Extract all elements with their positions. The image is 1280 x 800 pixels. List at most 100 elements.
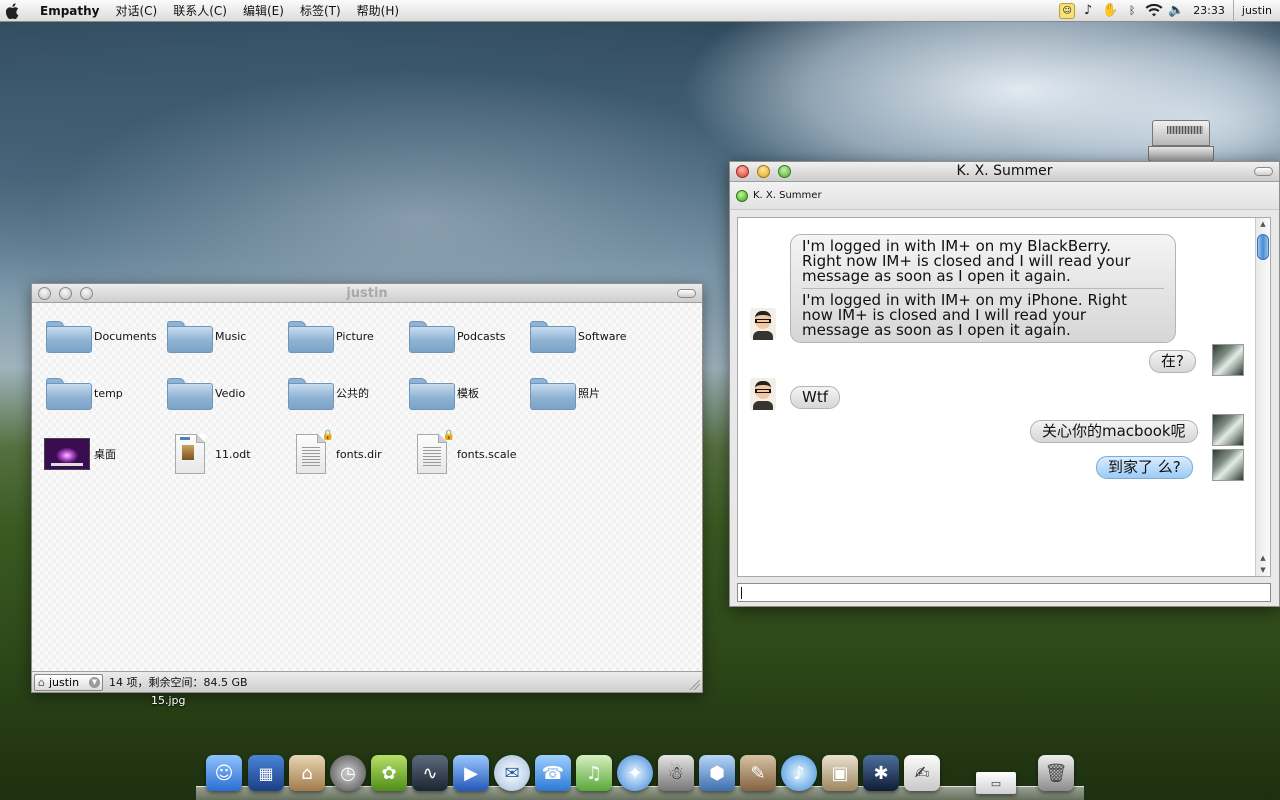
itunes-icon[interactable]: ♪ <box>781 755 817 791</box>
text-editor-icon[interactable]: ✍ <box>904 755 940 791</box>
file-item[interactable]: Picture <box>286 316 404 356</box>
file-label: fonts.scale <box>457 447 517 461</box>
bluetooth-icon[interactable]: ᛒ <box>1123 2 1141 20</box>
trash-icon[interactable]: 🗑 <box>1038 755 1074 791</box>
file-item[interactable]: 🔒 fonts.dir <box>286 430 404 474</box>
document-icon <box>165 434 213 474</box>
file-item[interactable]: 11.odt <box>165 434 283 474</box>
file-manager-titlebar[interactable]: justin <box>32 284 702 303</box>
minimized-window-icon[interactable]: ▭ <box>976 772 1016 794</box>
text-file-icon: 🔒 <box>286 430 334 474</box>
chat-scrollbar[interactable]: ▲ ▲ ▼ <box>1255 218 1270 576</box>
contact-name[interactable]: K. X. Summer <box>753 190 822 201</box>
my-avatar <box>1212 449 1244 481</box>
menu-help[interactable]: 帮助(H) <box>349 0 407 22</box>
time-machine-icon[interactable]: ◷ <box>330 755 366 791</box>
folder-icon <box>286 316 334 356</box>
music-app-icon[interactable]: ♫ <box>576 755 612 791</box>
file-item[interactable]: 公共的 <box>286 373 404 413</box>
online-status-icon <box>736 189 748 202</box>
file-item[interactable]: Podcasts <box>407 316 525 356</box>
safari-icon[interactable]: ✦ <box>617 755 653 791</box>
resize-grip[interactable] <box>688 678 700 690</box>
scroll-thumb[interactable] <box>1257 234 1269 260</box>
home-folder-icon[interactable]: ⌂ <box>289 755 325 791</box>
menu-conversation[interactable]: 对话(C) <box>108 0 166 22</box>
chat-window-title: K. X. Summer <box>956 163 1053 179</box>
folder-icon <box>165 316 213 356</box>
network-icon[interactable]: ⬢ <box>699 755 735 791</box>
music-note-icon[interactable]: ♪ <box>1079 2 1097 20</box>
desktop-file-label[interactable]: 15.jpg <box>151 694 186 707</box>
file-item[interactable]: Documents <box>44 316 162 356</box>
lock-icon: 🔒 <box>321 430 334 441</box>
folder-icon <box>286 373 334 413</box>
empathy-status-icon[interactable]: ✋ <box>1101 2 1119 20</box>
scroll-up-icon[interactable]: ▲ <box>1256 552 1270 564</box>
scroll-up-icon[interactable]: ▲ <box>1256 218 1270 230</box>
wifi-icon[interactable] <box>1145 2 1163 20</box>
file-item[interactable]: 模板 <box>407 373 525 413</box>
hard-disk-icon[interactable] <box>1148 120 1214 162</box>
file-label: Music <box>215 329 247 343</box>
file-item[interactable]: Vedio <box>165 373 283 413</box>
apple-menu-icon[interactable] <box>0 0 26 22</box>
folder-icon <box>407 316 455 356</box>
clock[interactable]: 23:33 <box>1193 4 1225 17</box>
scroll-down-icon[interactable]: ▼ <box>1256 564 1270 576</box>
volume-icon[interactable]: 🔈 <box>1167 2 1185 20</box>
contact-avatar <box>750 378 776 410</box>
status-bar: ⌂ justin ▼ 14 项，剩余空间：84.5 GB <box>32 671 702 692</box>
menu-tabs[interactable]: 标签(T) <box>292 0 349 22</box>
file-label: Vedio <box>215 386 246 400</box>
desktop-folder-icon <box>44 434 92 474</box>
file-label: Picture <box>336 329 374 343</box>
chevron-down-icon: ▼ <box>89 676 100 688</box>
app-menu[interactable]: Empathy <box>26 0 108 22</box>
status-text: 14 项，剩余空间：84.5 GB <box>109 676 248 689</box>
photos-icon[interactable]: ▣ <box>822 755 858 791</box>
system-monitor-icon[interactable]: ∿ <box>412 755 448 791</box>
home-icon: ⌂ <box>38 675 45 689</box>
file-grid: Documents Music Picture Podcasts Softwar… <box>32 303 702 671</box>
file-item[interactable]: 桌面 <box>44 434 162 474</box>
menu-contacts[interactable]: 联系人(C) <box>165 0 235 22</box>
file-item[interactable]: 照片 <box>528 373 646 413</box>
file-item[interactable]: Music <box>165 316 283 356</box>
file-label: fonts.dir <box>336 447 382 461</box>
file-label: Documents <box>94 329 157 343</box>
menu-edit[interactable]: 编辑(E) <box>235 0 292 22</box>
lock-icon: 🔒 <box>442 430 455 441</box>
video-chat-icon[interactable]: ☎ <box>535 755 571 791</box>
toolbar-toggle-button[interactable] <box>1254 167 1273 176</box>
message-bubble: 到家了 么? <box>1096 456 1193 479</box>
folder-icon <box>165 373 213 413</box>
chat-titlebar[interactable]: K. X. Summer <box>730 162 1279 182</box>
file-item[interactable]: 🔒 fonts.scale <box>407 430 525 474</box>
file-item[interactable]: temp <box>44 373 162 413</box>
chat-log[interactable]: I'm logged in with IM+ on my BlackBerry.… <box>737 217 1271 577</box>
file-label: 公共的 <box>336 387 369 400</box>
user-menu[interactable]: justin <box>1232 0 1272 22</box>
path-dropdown[interactable]: ⌂ justin ▼ <box>34 673 103 691</box>
notes-icon[interactable]: ☺ <box>1059 2 1076 19</box>
media-player-icon[interactable]: ▶ <box>453 755 489 791</box>
file-label: 照片 <box>578 387 600 400</box>
message-bubble: I'm logged in with IM+ on my BlackBerry.… <box>790 234 1176 343</box>
message-input[interactable] <box>737 583 1271 602</box>
workspace-switcher-icon[interactable]: ▦ <box>248 755 284 791</box>
file-label: 模板 <box>457 387 479 400</box>
folder-icon <box>528 316 576 356</box>
chat-app-icon[interactable]: ✉ <box>494 755 530 791</box>
finder-icon[interactable]: ☺ <box>206 755 242 791</box>
text-file-icon: 🔒 <box>407 430 455 474</box>
top-menubar: Empathy 对话(C) 联系人(C) 编辑(E) 标签(T) 帮助(H) ☺… <box>0 0 1280 22</box>
movie-icon[interactable]: ✱ <box>863 755 899 791</box>
file-item[interactable]: Software <box>528 316 646 356</box>
gimp-icon[interactable]: ✎ <box>740 755 776 791</box>
chat-window: K. X. Summer K. X. Summer I'm logged in … <box>729 161 1280 607</box>
folder-icon <box>528 373 576 413</box>
tux-icon[interactable]: ☃ <box>658 755 694 791</box>
ubuntu-software-icon[interactable]: ✿ <box>371 755 407 791</box>
toolbar-toggle-button[interactable] <box>677 289 696 298</box>
